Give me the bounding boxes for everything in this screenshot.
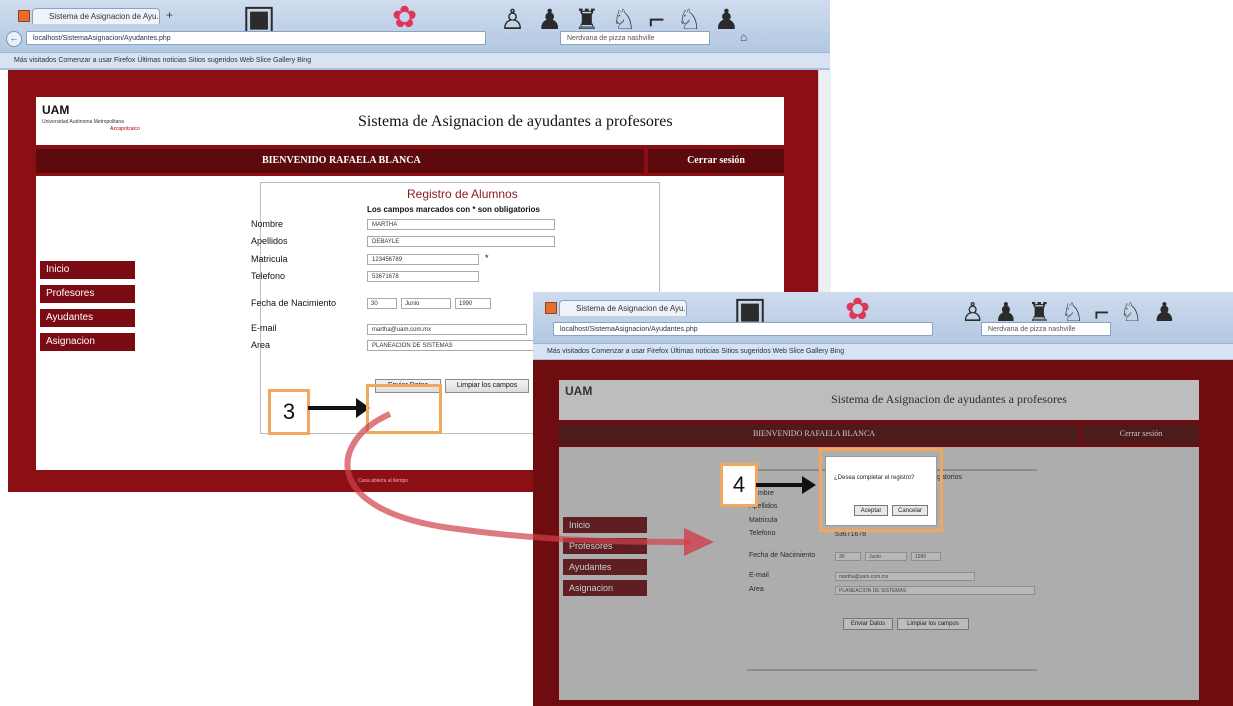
firefox-icon-2 — [545, 302, 557, 314]
step-3-badge: 3 — [268, 389, 310, 435]
day-select[interactable]: 30 — [367, 298, 397, 309]
matricula-field[interactable]: 123456789 — [367, 254, 479, 265]
dialog-highlight — [819, 448, 943, 532]
label-nombre: Nombre — [251, 219, 284, 229]
page-title: Sistema de Asignacion de ayudantes a pro… — [358, 113, 673, 130]
welcome-text: BIENVENIDO RAFAELA BLANCA — [262, 155, 421, 166]
apellidos-field[interactable]: DEBAYLE — [367, 236, 555, 247]
search-bar[interactable]: Nerdvana de pizza nashville — [560, 31, 710, 45]
logout-button[interactable]: Cerrar sesión — [648, 149, 784, 173]
telefono-value-2: 53671678 — [835, 531, 867, 538]
logout-button-2[interactable]: Cerrar sesión — [1083, 424, 1199, 444]
bookmarks-bar[interactable]: Más visitados Comenzar a usar Firefox Úl… — [0, 52, 830, 68]
form-note: Los campos marcados con * son obligatori… — [367, 205, 540, 214]
month-select[interactable]: Junio — [401, 298, 451, 309]
sidebar-item-asignacion-2[interactable]: Asignacion — [563, 580, 647, 596]
email-field-2[interactable]: martha@uam.com.mx — [835, 572, 975, 581]
sidebar-item-asignacion[interactable]: Asignacion — [40, 333, 135, 351]
uam-logo: UAM — [42, 103, 70, 117]
bookmarks-bar-2[interactable]: Más visitados Comenzar a usar Firefox Úl… — [533, 343, 1233, 359]
search-bar-2[interactable]: Nerdvana de pizza nashville — [981, 322, 1111, 336]
telefono-field[interactable]: 53671678 — [367, 271, 479, 282]
uam-logo-2: UAM — [565, 384, 593, 398]
step-4-arrow-icon — [756, 476, 816, 494]
label-matricula: Matricula — [251, 254, 288, 264]
year-select-2[interactable]: 1990 — [911, 552, 941, 561]
browser-chrome-2: Sistema de Asignacion de Ayu... ▣ ✿ ♙♟♜♘… — [533, 292, 1233, 360]
form-title: Registro de Alumnos — [407, 187, 518, 201]
reset-button-2[interactable]: Limpiar los campos — [897, 618, 969, 630]
nombre-field[interactable]: MARTHA — [367, 219, 555, 230]
sidebar-item-inicio[interactable]: Inicio — [40, 261, 135, 279]
email-field[interactable]: martha@uam.com.mx — [367, 324, 527, 335]
month-select-2[interactable]: Junio — [865, 552, 907, 561]
browser-chrome: Sistema de Asignacion de Ayu... + ▣ ✿ ♙♟… — [0, 0, 830, 70]
address-bar[interactable]: localhost/SistemaAsignacion/Ayudantes.ph… — [26, 31, 486, 45]
browser-tab-2[interactable]: Sistema de Asignacion de Ayu... — [559, 300, 687, 316]
page-title-2: Sistema de Asignacion de ayudantes a pro… — [831, 392, 1067, 406]
year-select[interactable]: 1990 — [455, 298, 491, 309]
label-telefono-2: Telefono — [749, 530, 776, 537]
label-apellidos: Apellidos — [251, 236, 288, 246]
page-header: UAM Universidad Autónoma Metropolitana A… — [36, 97, 784, 145]
form-border-bottom-2 — [747, 669, 1037, 671]
day-select-2[interactable]: 30 — [835, 552, 861, 561]
label-email-2: E-mail — [749, 572, 769, 579]
area-select[interactable]: PLANEACION DE SISTEMAS — [367, 340, 555, 351]
label-area-2: Area — [749, 586, 764, 593]
logo-subtitle: Universidad Autónoma Metropolitana — [42, 119, 124, 125]
browser-tab[interactable]: Sistema de Asignacion de Ayu... — [32, 8, 160, 24]
firefox-icon — [18, 10, 30, 22]
label-fecha: Fecha de Nacimiento — [251, 298, 337, 308]
area-select-2[interactable]: PLANEACION DE SISTEMAS — [835, 586, 1035, 595]
new-tab-button[interactable]: + — [166, 8, 173, 22]
reset-button[interactable]: Limpiar los campos — [445, 379, 529, 393]
home-icon[interactable]: ⌂ — [740, 30, 747, 44]
welcome-text-2: BIENVENIDO RAFAELA BLANCA — [753, 429, 876, 438]
label-telefono: Telefono — [251, 271, 286, 281]
label-email: E-mail — [251, 323, 277, 333]
back-button[interactable]: ← — [6, 31, 22, 47]
address-bar-2[interactable]: localhost/SistemaAsignacion/Ayudantes.ph… — [553, 322, 933, 336]
label-fecha-2: Fecha de Nacimiento — [749, 552, 816, 559]
connector-arrow-icon — [344, 411, 714, 556]
required-mark: * — [485, 253, 489, 263]
logo-unit: Azcapotzalco — [110, 126, 140, 132]
submit-button-2[interactable]: Enviar Datos — [843, 618, 893, 630]
label-matricula-2: Matricula — [749, 517, 778, 524]
label-area: Area — [251, 340, 271, 350]
sidebar-item-profesores[interactable]: Profesores — [40, 285, 135, 303]
sidebar-item-ayudantes[interactable]: Ayudantes — [40, 309, 135, 327]
welcome-bar: BIENVENIDO RAFAELA BLANCA — [36, 149, 644, 173]
